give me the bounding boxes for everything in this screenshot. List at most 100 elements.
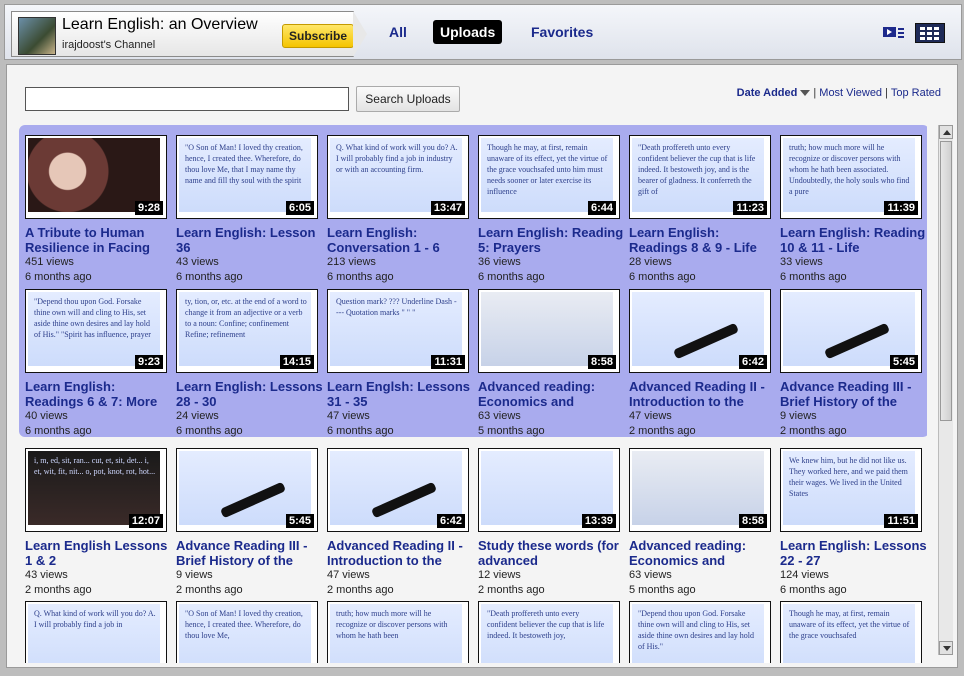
- video-thumbnail[interactable]: 5:45: [780, 289, 922, 373]
- video-upload-age: 2 months ago: [478, 584, 545, 596]
- sort-date-added[interactable]: Date Added: [737, 87, 798, 99]
- video-thumbnail[interactable]: Q. What kind of work will you do? A. I w…: [25, 601, 167, 663]
- channel-avatar[interactable]: [18, 17, 56, 55]
- video-card[interactable]: 6:42 Advanced Reading II - Introduction t…: [327, 448, 475, 598]
- video-title-link[interactable]: Learn English: Lessons 28 - 30: [176, 379, 324, 409]
- video-duration: 11:39: [884, 201, 918, 215]
- video-thumbnail[interactable]: Though he may, at first, remain unaware …: [780, 601, 922, 663]
- video-title-link[interactable]: Learn English: Lessons 22 - 27: [780, 538, 927, 568]
- video-title-link[interactable]: Advance Reading III - Brief History of t…: [176, 538, 324, 568]
- thumbnail-caption: "O Son of Man! I loved thy creation, hen…: [185, 143, 303, 185]
- video-card[interactable]: 13:39 Study these words (for advanced 12 v…: [478, 448, 626, 598]
- video-card[interactable]: Though he may, at first, remain unaware …: [780, 601, 927, 663]
- video-card[interactable]: ty, tion, or, etc. at the end of a word …: [176, 289, 324, 439]
- video-card[interactable]: truth; how much more will he recognize o…: [327, 601, 475, 663]
- vertical-scrollbar[interactable]: [938, 125, 953, 655]
- video-thumbnail[interactable]: 5:45: [176, 448, 318, 532]
- tab-favorites[interactable]: Favorites: [524, 20, 600, 44]
- tab-uploads[interactable]: Uploads: [433, 20, 503, 44]
- video-thumbnail[interactable]: "O Son of Man! I loved thy creation, hen…: [176, 135, 318, 219]
- video-thumbnail[interactable]: 8:58: [478, 289, 620, 373]
- video-thumbnail[interactable]: "O Son of Man! I loved thy creation, hen…: [176, 601, 318, 663]
- video-duration: 9:28: [134, 201, 163, 215]
- video-title-link[interactable]: Learn English: Reading 5: Prayers: [478, 225, 626, 255]
- tab-all[interactable]: All: [382, 20, 414, 44]
- video-thumbnail[interactable]: We knew him, but he did not like us. The…: [780, 448, 922, 532]
- scroll-up-button[interactable]: [939, 125, 953, 139]
- subscribe-button[interactable]: Subscribe: [282, 24, 354, 48]
- video-card[interactable]: Though he may, at first, remain unaware …: [478, 135, 626, 285]
- video-title-link[interactable]: Learn English: Lesson 36: [176, 225, 324, 255]
- video-card[interactable]: "Depend thou upon God. Forsake thine own…: [629, 601, 777, 663]
- arrow-up-icon: [943, 130, 951, 135]
- video-title-link[interactable]: Learn English: Readings 6 & 7: More: [25, 379, 173, 409]
- video-card[interactable]: "O Son of Man! I loved thy creation, hen…: [176, 601, 324, 663]
- video-card[interactable]: truth; how much more will he recognize o…: [780, 135, 927, 285]
- video-card[interactable]: 6:42 Advanced Reading II - Introduction t…: [629, 289, 777, 439]
- sort-top-rated[interactable]: Top Rated: [891, 87, 941, 99]
- grid-view-icon[interactable]: [915, 23, 945, 43]
- video-title-link[interactable]: Advanced Reading II - Introduction to th…: [327, 538, 475, 568]
- video-grid: 9:28 A Tribute to Human Resilience in Fac…: [17, 125, 927, 663]
- channel-subtitle[interactable]: irajdoost's Channel: [62, 39, 155, 51]
- video-title-link[interactable]: Learn English: Conversation 1 - 6: [327, 225, 475, 255]
- video-thumbnail[interactable]: truth; how much more will he recognize o…: [780, 135, 922, 219]
- sort-dropdown-icon[interactable]: [800, 90, 811, 97]
- video-thumbnail[interactable]: Question mark? ??? Underline Dash ---- Q…: [327, 289, 469, 373]
- video-thumbnail[interactable]: "Death proffereth unto every confident b…: [478, 601, 620, 663]
- video-thumbnail[interactable]: 9:28: [25, 135, 167, 219]
- video-duration: 11:31: [431, 355, 465, 369]
- video-card[interactable]: 8:58 Advanced reading: Economics and 63 vi…: [629, 448, 777, 598]
- video-title-link[interactable]: Study these words (for advanced: [478, 538, 626, 568]
- video-thumbnail[interactable]: 13:39: [478, 448, 620, 532]
- video-thumbnail[interactable]: 6:42: [327, 448, 469, 532]
- video-title-link[interactable]: Advanced Reading II - Introduction to th…: [629, 379, 777, 409]
- scroll-down-button[interactable]: [939, 641, 953, 655]
- video-duration: 11:23: [733, 201, 767, 215]
- video-thumbnail[interactable]: i, m, ed, sit, ran... cut, et, sit, det.…: [25, 448, 167, 532]
- video-duration: 6:42: [738, 355, 767, 369]
- video-thumbnail[interactable]: 8:58: [629, 448, 771, 532]
- thumbnail-image: "Depend thou upon God. Forsake thine own…: [632, 604, 764, 663]
- video-card[interactable]: "Death proffereth unto every confident b…: [478, 601, 626, 663]
- video-title-link[interactable]: Learn English Lessons 1 & 2: [25, 538, 173, 568]
- player-view-icon[interactable]: [883, 25, 905, 39]
- video-title-link[interactable]: Learn English: Readings 8 & 9 - Life: [629, 225, 777, 255]
- video-thumbnail[interactable]: Q. What kind of work will you do? A. I w…: [327, 135, 469, 219]
- video-card[interactable]: "Depend thou upon God. Forsake thine own…: [25, 289, 173, 439]
- video-upload-age: 6 months ago: [327, 425, 394, 437]
- video-card[interactable]: Q. What kind of work will you do? A. I w…: [327, 135, 475, 285]
- search-uploads-button[interactable]: Search Uploads: [356, 86, 460, 112]
- video-thumbnail[interactable]: truth; how much more will he recognize o…: [327, 601, 469, 663]
- video-title-link[interactable]: Advance Reading III - Brief History of t…: [780, 379, 927, 409]
- search-input[interactable]: [25, 87, 349, 111]
- video-title-link[interactable]: Learn Englsh: Lessons 31 - 35: [327, 379, 475, 409]
- video-card[interactable]: "O Son of Man! I loved thy creation, hen…: [176, 135, 324, 285]
- video-thumbnail[interactable]: Though he may, at first, remain unaware …: [478, 135, 620, 219]
- video-card[interactable]: 8:58 Advanced reading: Economics and 63 vi…: [478, 289, 626, 439]
- video-card[interactable]: Question mark? ??? Underline Dash ---- Q…: [327, 289, 475, 439]
- video-title-link[interactable]: Advanced reading: Economics and: [478, 379, 626, 409]
- channel-title[interactable]: Learn English: an Overview: [62, 16, 258, 34]
- video-view-count: 213 views: [327, 256, 376, 268]
- sort-most-viewed[interactable]: Most Viewed: [819, 87, 882, 99]
- video-title-link[interactable]: Advanced reading: Economics and: [629, 538, 777, 568]
- arrow-down-icon: [943, 646, 951, 651]
- video-title-link[interactable]: Learn English: Reading 10 & 11 - Life: [780, 225, 927, 255]
- video-card[interactable]: i, m, ed, sit, ran... cut, et, sit, det.…: [25, 448, 173, 598]
- video-thumbnail[interactable]: "Death proffereth unto every confident b…: [629, 135, 771, 219]
- video-card[interactable]: 5:45 Advance Reading III - Brief History …: [780, 289, 927, 439]
- video-view-count: 47 views: [327, 410, 370, 422]
- video-thumbnail[interactable]: "Depend thou upon God. Forsake thine own…: [629, 601, 771, 663]
- video-thumbnail[interactable]: 6:42: [629, 289, 771, 373]
- video-card[interactable]: 5:45 Advance Reading III - Brief History …: [176, 448, 324, 598]
- scrollbar-thumb[interactable]: [940, 141, 952, 421]
- video-card[interactable]: "Death proffereth unto every confident b…: [629, 135, 777, 285]
- video-card[interactable]: 9:28 A Tribute to Human Resilience in Fac…: [25, 135, 173, 285]
- video-card[interactable]: We knew him, but he did not like us. The…: [780, 448, 927, 598]
- video-thumbnail[interactable]: "Depend thou upon God. Forsake thine own…: [25, 289, 167, 373]
- video-thumbnail[interactable]: ty, tion, or, etc. at the end of a word …: [176, 289, 318, 373]
- video-duration: 14:15: [279, 355, 314, 369]
- video-title-link[interactable]: A Tribute to Human Resilience in Facing: [25, 225, 173, 255]
- video-card[interactable]: Q. What kind of work will you do? A. I w…: [25, 601, 173, 663]
